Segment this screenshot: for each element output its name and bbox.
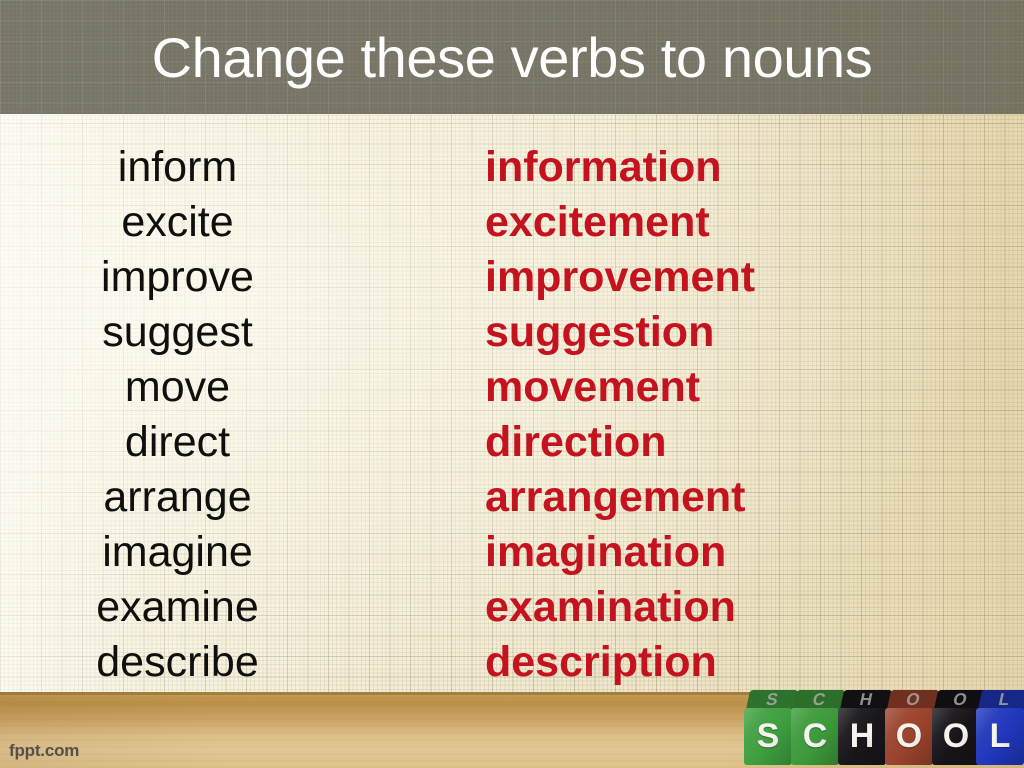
school-block-letter: H	[849, 717, 875, 755]
verb-cell: move	[124, 363, 231, 411]
school-block: H	[838, 708, 886, 765]
noun-cell: description	[485, 638, 717, 686]
word-pair-row: move movement	[0, 360, 1024, 415]
school-block: L	[976, 708, 1024, 765]
noun-cell: information	[485, 143, 722, 191]
word-pair-row: direct direction	[0, 415, 1024, 470]
word-pair-row: inform information	[0, 140, 1024, 195]
noun-cell: improvement	[485, 253, 756, 301]
verb-cell: improve	[101, 253, 254, 301]
school-block-top-face: C	[792, 690, 846, 710]
school-block-top-face: H	[839, 690, 893, 710]
word-pair-row: suggest suggestion	[0, 305, 1024, 360]
verb-cell: excite	[121, 198, 234, 246]
verb-cell: inform	[117, 143, 238, 191]
word-pair-row: describe description	[0, 635, 1024, 690]
fppt-watermark: fppt.com	[9, 741, 80, 760]
slide-title: Change these verbs to nouns	[151, 26, 873, 89]
slide: Change these verbs to nouns inform inform…	[0, 0, 1024, 768]
school-block: O	[932, 708, 980, 765]
verb-cell: examine	[96, 583, 259, 631]
word-pair-row: imagine imagination	[0, 525, 1024, 580]
school-block: O	[885, 708, 933, 765]
school-blocks-image: SSCCHHOOOOLL	[744, 690, 1024, 768]
school-block: S	[744, 708, 792, 765]
school-block-top-face: L	[977, 690, 1024, 710]
word-pair-row: excite excitement	[0, 195, 1024, 250]
school-block-top-face: S	[745, 690, 799, 710]
noun-cell: excitement	[485, 198, 710, 246]
school-block-top-face: O	[886, 690, 940, 710]
noun-cell: imagination	[485, 528, 727, 576]
verb-noun-table: inform information excite excitement improve…	[0, 140, 1024, 690]
verb-cell: imagine	[102, 528, 253, 576]
school-block-letter: O	[942, 717, 970, 755]
school-block: C	[791, 708, 839, 765]
word-pair-row: arrange arrangement	[0, 470, 1024, 525]
school-block-letter: C	[802, 717, 828, 755]
school-block-letter: L	[989, 717, 1011, 755]
verb-cell: direct	[124, 418, 231, 466]
school-block-letter: O	[895, 717, 923, 755]
verb-cell: describe	[96, 638, 259, 686]
verb-cell: arrange	[103, 473, 252, 521]
school-block-letter: S	[756, 717, 780, 755]
noun-cell: examination	[485, 583, 736, 631]
verb-cell: suggest	[102, 308, 253, 356]
noun-cell: arrangement	[485, 473, 746, 521]
noun-cell: suggestion	[485, 308, 715, 356]
word-pair-row: examine examination	[0, 580, 1024, 635]
word-pair-row: improve improvement	[0, 250, 1024, 305]
noun-cell: movement	[485, 363, 701, 411]
noun-cell: direction	[485, 418, 667, 466]
